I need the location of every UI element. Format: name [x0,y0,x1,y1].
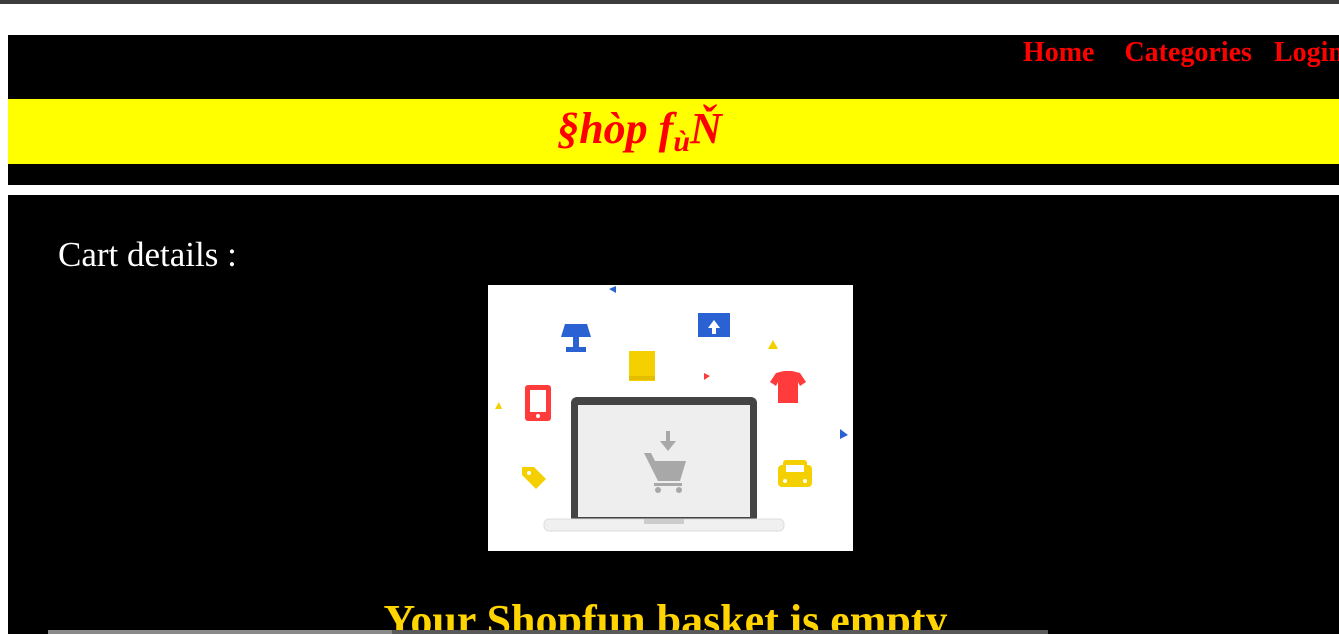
lamp-icon [561,324,591,352]
cart-details-heading: Cart details : [58,235,237,274]
brand-banner: §hòp fùŇ [8,99,1339,164]
horizontal-scrollbar[interactable] [48,630,1048,634]
phone-icon [525,385,551,421]
price-tag-icon [522,467,546,489]
nav-categories-link[interactable]: Categories [1124,37,1252,69]
main-nav: Home Categories Login [1023,37,1339,69]
browser-top-bar [0,0,1339,4]
cart-section: Cart details : Your Shopfun basket is em… [8,195,1339,634]
upload-box-icon [698,313,730,337]
triangle-icon [840,429,848,439]
scrollbar-thumb[interactable] [48,630,392,634]
car-icon [778,460,812,487]
tshirt-icon [770,371,806,403]
triangle-icon [609,286,616,293]
empty-cart-illustration [488,285,853,551]
triangle-icon [768,340,778,349]
brand-tail: Ň [690,103,722,153]
site-header: Home Categories Login §hòp fùŇ [8,35,1339,185]
nav-login-link[interactable]: Login [1274,37,1339,69]
site-logo-text[interactable]: §hòp fùŇ [557,103,722,158]
brand-sub: ù [673,124,691,158]
book-icon [629,351,655,381]
triangle-icon [704,373,710,380]
nav-home-link[interactable]: Home [1023,37,1095,69]
empty-basket-message: Your Shopfun basket is empty [383,596,948,634]
triangle-icon [495,402,502,409]
brand-main: §hòp f [557,103,674,153]
